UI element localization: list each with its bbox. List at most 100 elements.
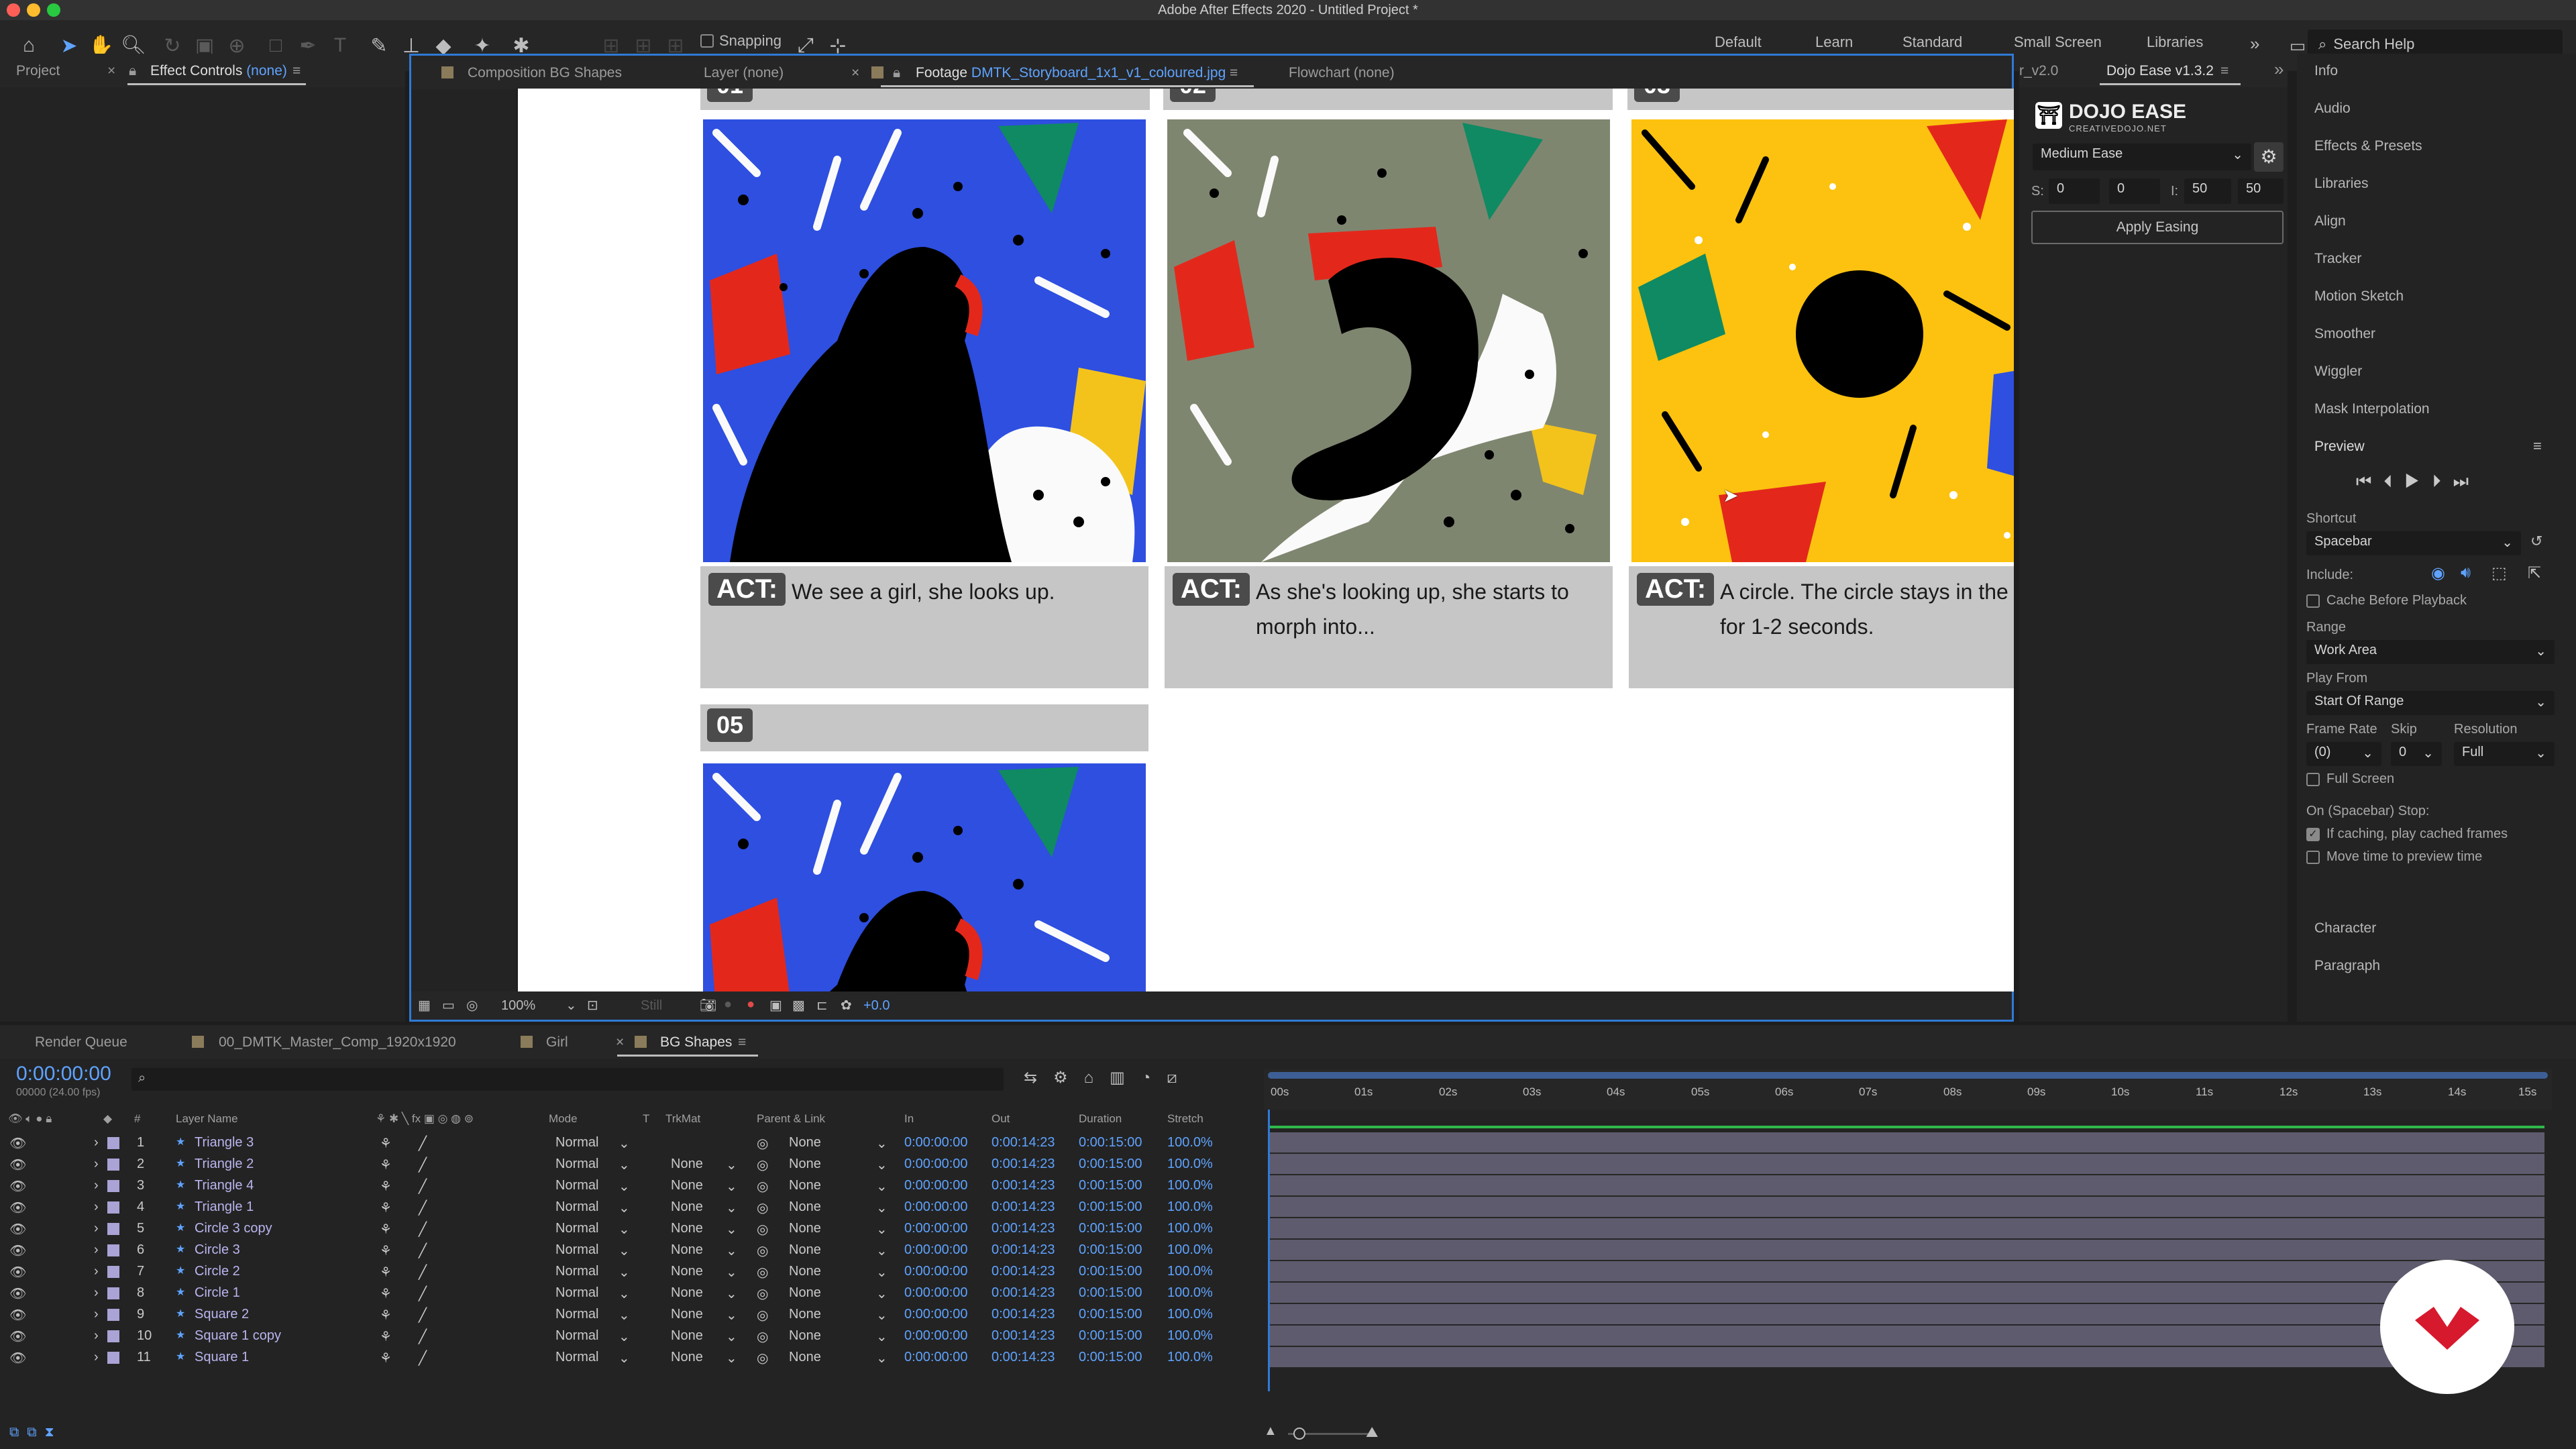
- move-time-option[interactable]: Move time to preview time: [2306, 849, 2482, 865]
- tab-project[interactable]: Project: [16, 63, 60, 79]
- shy-switch-icon[interactable]: ⚘: [380, 1350, 392, 1366]
- reset-icon[interactable]: ↺: [2530, 533, 2542, 550]
- layer-name[interactable]: Square 1: [195, 1350, 249, 1365]
- visibility-eye-icon[interactable]: 👁︎: [9, 1328, 26, 1345]
- layer-row[interactable]: 👁︎ › 8 ★ Circle 1 ⚘ ╱ Normal ⌄ None ⌄ ◎ None ⌄ 0:00:00…: [0, 1283, 1261, 1304]
- in-point[interactable]: 0:00:00:00: [904, 1328, 968, 1344]
- layer-label-color[interactable]: [107, 1287, 119, 1299]
- in-point[interactable]: 0:00:00:00: [904, 1285, 968, 1301]
- frame-rate-dropdown[interactable]: (0) ⌄: [2306, 742, 2381, 766]
- layer-duration-bar[interactable]: [1270, 1175, 2544, 1197]
- layer-row[interactable]: 👁︎ › 2 ★ Triangle 2 ⚘ ╱ Normal ⌄ None ⌄ ◎ None ⌄ 0:00:…: [0, 1154, 1261, 1175]
- full-screen-option[interactable]: Full Screen: [2306, 771, 2394, 787]
- track-matte-dropdown[interactable]: None: [671, 1350, 703, 1365]
- draft-3d-icon[interactable]: ⚙: [1053, 1069, 1084, 1087]
- last-frame-icon[interactable]: ⏭: [2453, 471, 2481, 491]
- visibility-eye-icon[interactable]: 👁︎: [9, 1350, 26, 1366]
- speed-in-field[interactable]: 0: [2049, 178, 2100, 204]
- layer-stretch[interactable]: 100.0%: [1167, 1135, 1213, 1150]
- quality-switch-icon[interactable]: ╱: [419, 1285, 427, 1302]
- workspace-learn[interactable]: Learn: [1815, 34, 1853, 51]
- layer-name[interactable]: Triangle 1: [195, 1199, 254, 1215]
- external-video-icon[interactable]: ⇱: [2528, 564, 2541, 583]
- blend-mode-dropdown[interactable]: Normal: [555, 1350, 598, 1365]
- panel-effects-presets[interactable]: Effects & Presets: [2314, 138, 2422, 154]
- graph-editor-icon[interactable]: ⧄: [1167, 1069, 1193, 1087]
- out-point[interactable]: 0:00:14:23: [991, 1328, 1055, 1344]
- pick-whip-icon[interactable]: ◎: [757, 1285, 768, 1302]
- track-matte-dropdown[interactable]: None: [671, 1242, 703, 1258]
- shy-switch-icon[interactable]: ⚘: [380, 1264, 392, 1281]
- close-tab-icon[interactable]: ×: [851, 65, 859, 81]
- visibility-eye-icon[interactable]: 👁︎: [9, 1285, 26, 1302]
- in-point[interactable]: 0:00:00:00: [904, 1264, 968, 1279]
- chevron-down-icon[interactable]: ⌄: [876, 1328, 888, 1345]
- track-matte-dropdown[interactable]: None: [671, 1307, 703, 1322]
- layer-stretch[interactable]: 100.0%: [1167, 1285, 1213, 1301]
- layer-label-color[interactable]: [107, 1180, 119, 1192]
- tab-scripts[interactable]: r_v2.0: [2019, 63, 2058, 79]
- layer-stretch[interactable]: 100.0%: [1167, 1199, 1213, 1215]
- layer-label-color[interactable]: [107, 1201, 119, 1214]
- exposure-value[interactable]: +0.0: [863, 998, 890, 1014]
- panel-mask-interpolation[interactable]: Mask Interpolation: [2314, 401, 2430, 417]
- cache-before-playback-option[interactable]: Cache Before Playback: [2306, 593, 2467, 608]
- chevron-down-icon[interactable]: ⌄: [619, 1328, 630, 1345]
- chevron-down-icon[interactable]: ⌄: [876, 1350, 888, 1366]
- chevron-down-icon[interactable]: ⌄: [726, 1157, 737, 1173]
- first-frame-icon[interactable]: ⏮: [2356, 471, 2383, 491]
- parent-dropdown[interactable]: None: [789, 1307, 821, 1322]
- workspace-small-screen[interactable]: Small Screen: [2014, 34, 2102, 51]
- layer-duration[interactable]: 0:00:15:00: [1079, 1199, 1142, 1215]
- in-point[interactable]: 0:00:00:00: [904, 1135, 968, 1150]
- chevron-down-icon[interactable]: ⌄: [619, 1221, 630, 1238]
- transfer-controls-icon[interactable]: ⧉: [27, 1425, 44, 1440]
- include-overlays-icon[interactable]: ⬚: [2491, 564, 2507, 583]
- layer-duration-bar[interactable]: [1270, 1283, 2544, 1304]
- layer-stretch[interactable]: 100.0%: [1167, 1328, 1213, 1344]
- parent-dropdown[interactable]: None: [789, 1199, 821, 1215]
- lock-icon[interactable]: 🔒︎: [893, 65, 900, 81]
- display-icon[interactable]: ▭: [442, 997, 455, 1014]
- layer-label-color[interactable]: [107, 1137, 119, 1149]
- cache-before-playback-checkbox[interactable]: [2306, 594, 2320, 608]
- panel-smoother[interactable]: Smoother: [2314, 326, 2375, 342]
- parent-dropdown[interactable]: None: [789, 1328, 821, 1344]
- in-point[interactable]: 0:00:00:00: [904, 1307, 968, 1322]
- time-ruler[interactable]: 00s 01s 02s 03s 04s 05s 06s 07s 08s 09s 10s 11s 12s 1…: [1264, 1069, 2552, 1110]
- speed-out-field[interactable]: 0: [2109, 178, 2160, 204]
- pick-whip-icon[interactable]: ◎: [757, 1157, 768, 1173]
- transparency-grid-icon[interactable]: ▩: [792, 997, 805, 1014]
- layer-duration[interactable]: 0:00:15:00: [1079, 1242, 1142, 1258]
- frame-blending-icon[interactable]: ▥: [1110, 1069, 1141, 1087]
- show-snapshot-icon[interactable]: ●: [724, 997, 732, 1012]
- skip-dropdown[interactable]: 0 ⌄: [2391, 742, 2442, 766]
- chevron-down-icon[interactable]: ⌄: [619, 1157, 630, 1173]
- chevron-down-icon[interactable]: ⌄: [619, 1285, 630, 1302]
- blend-mode-dropdown[interactable]: Normal: [555, 1178, 598, 1193]
- track-matte-dropdown[interactable]: None: [671, 1328, 703, 1344]
- chevron-down-icon[interactable]: ⌄: [619, 1199, 630, 1216]
- zoom-dropdown[interactable]: 100%: [501, 998, 535, 1014]
- track-matte-dropdown[interactable]: None: [671, 1264, 703, 1279]
- layer-duration-bar[interactable]: [1270, 1347, 2544, 1368]
- blend-mode-dropdown[interactable]: Normal: [555, 1328, 598, 1344]
- expand-layer-chevron-icon[interactable]: ›: [94, 1242, 99, 1258]
- play-from-dropdown[interactable]: Start Of Range ⌄: [2306, 691, 2555, 715]
- parent-dropdown[interactable]: None: [789, 1264, 821, 1279]
- layer-duration[interactable]: 0:00:15:00: [1079, 1157, 1142, 1172]
- chevron-down-icon[interactable]: ⌄: [726, 1350, 737, 1366]
- layer-row[interactable]: 👁︎ › 3 ★ Triangle 4 ⚘ ╱ Normal ⌄ None ⌄ ◎ None ⌄ 0:00:…: [0, 1175, 1261, 1197]
- influence-out-field[interactable]: 50: [2238, 178, 2284, 204]
- out-point[interactable]: 0:00:14:23: [991, 1307, 1055, 1322]
- layer-duration[interactable]: 0:00:15:00: [1079, 1328, 1142, 1344]
- out-point[interactable]: 0:00:14:23: [991, 1178, 1055, 1193]
- expand-layer-chevron-icon[interactable]: ›: [94, 1307, 99, 1322]
- layer-label-color[interactable]: [107, 1159, 119, 1171]
- chevron-down-icon[interactable]: ⌄: [876, 1157, 888, 1173]
- layer-stretch[interactable]: 100.0%: [1167, 1264, 1213, 1279]
- tab-composition[interactable]: Composition BG Shapes: [468, 65, 622, 81]
- panel-paragraph[interactable]: Paragraph: [2314, 958, 2380, 974]
- parent-dropdown[interactable]: None: [789, 1135, 821, 1150]
- work-area-bar[interactable]: [1268, 1072, 2548, 1079]
